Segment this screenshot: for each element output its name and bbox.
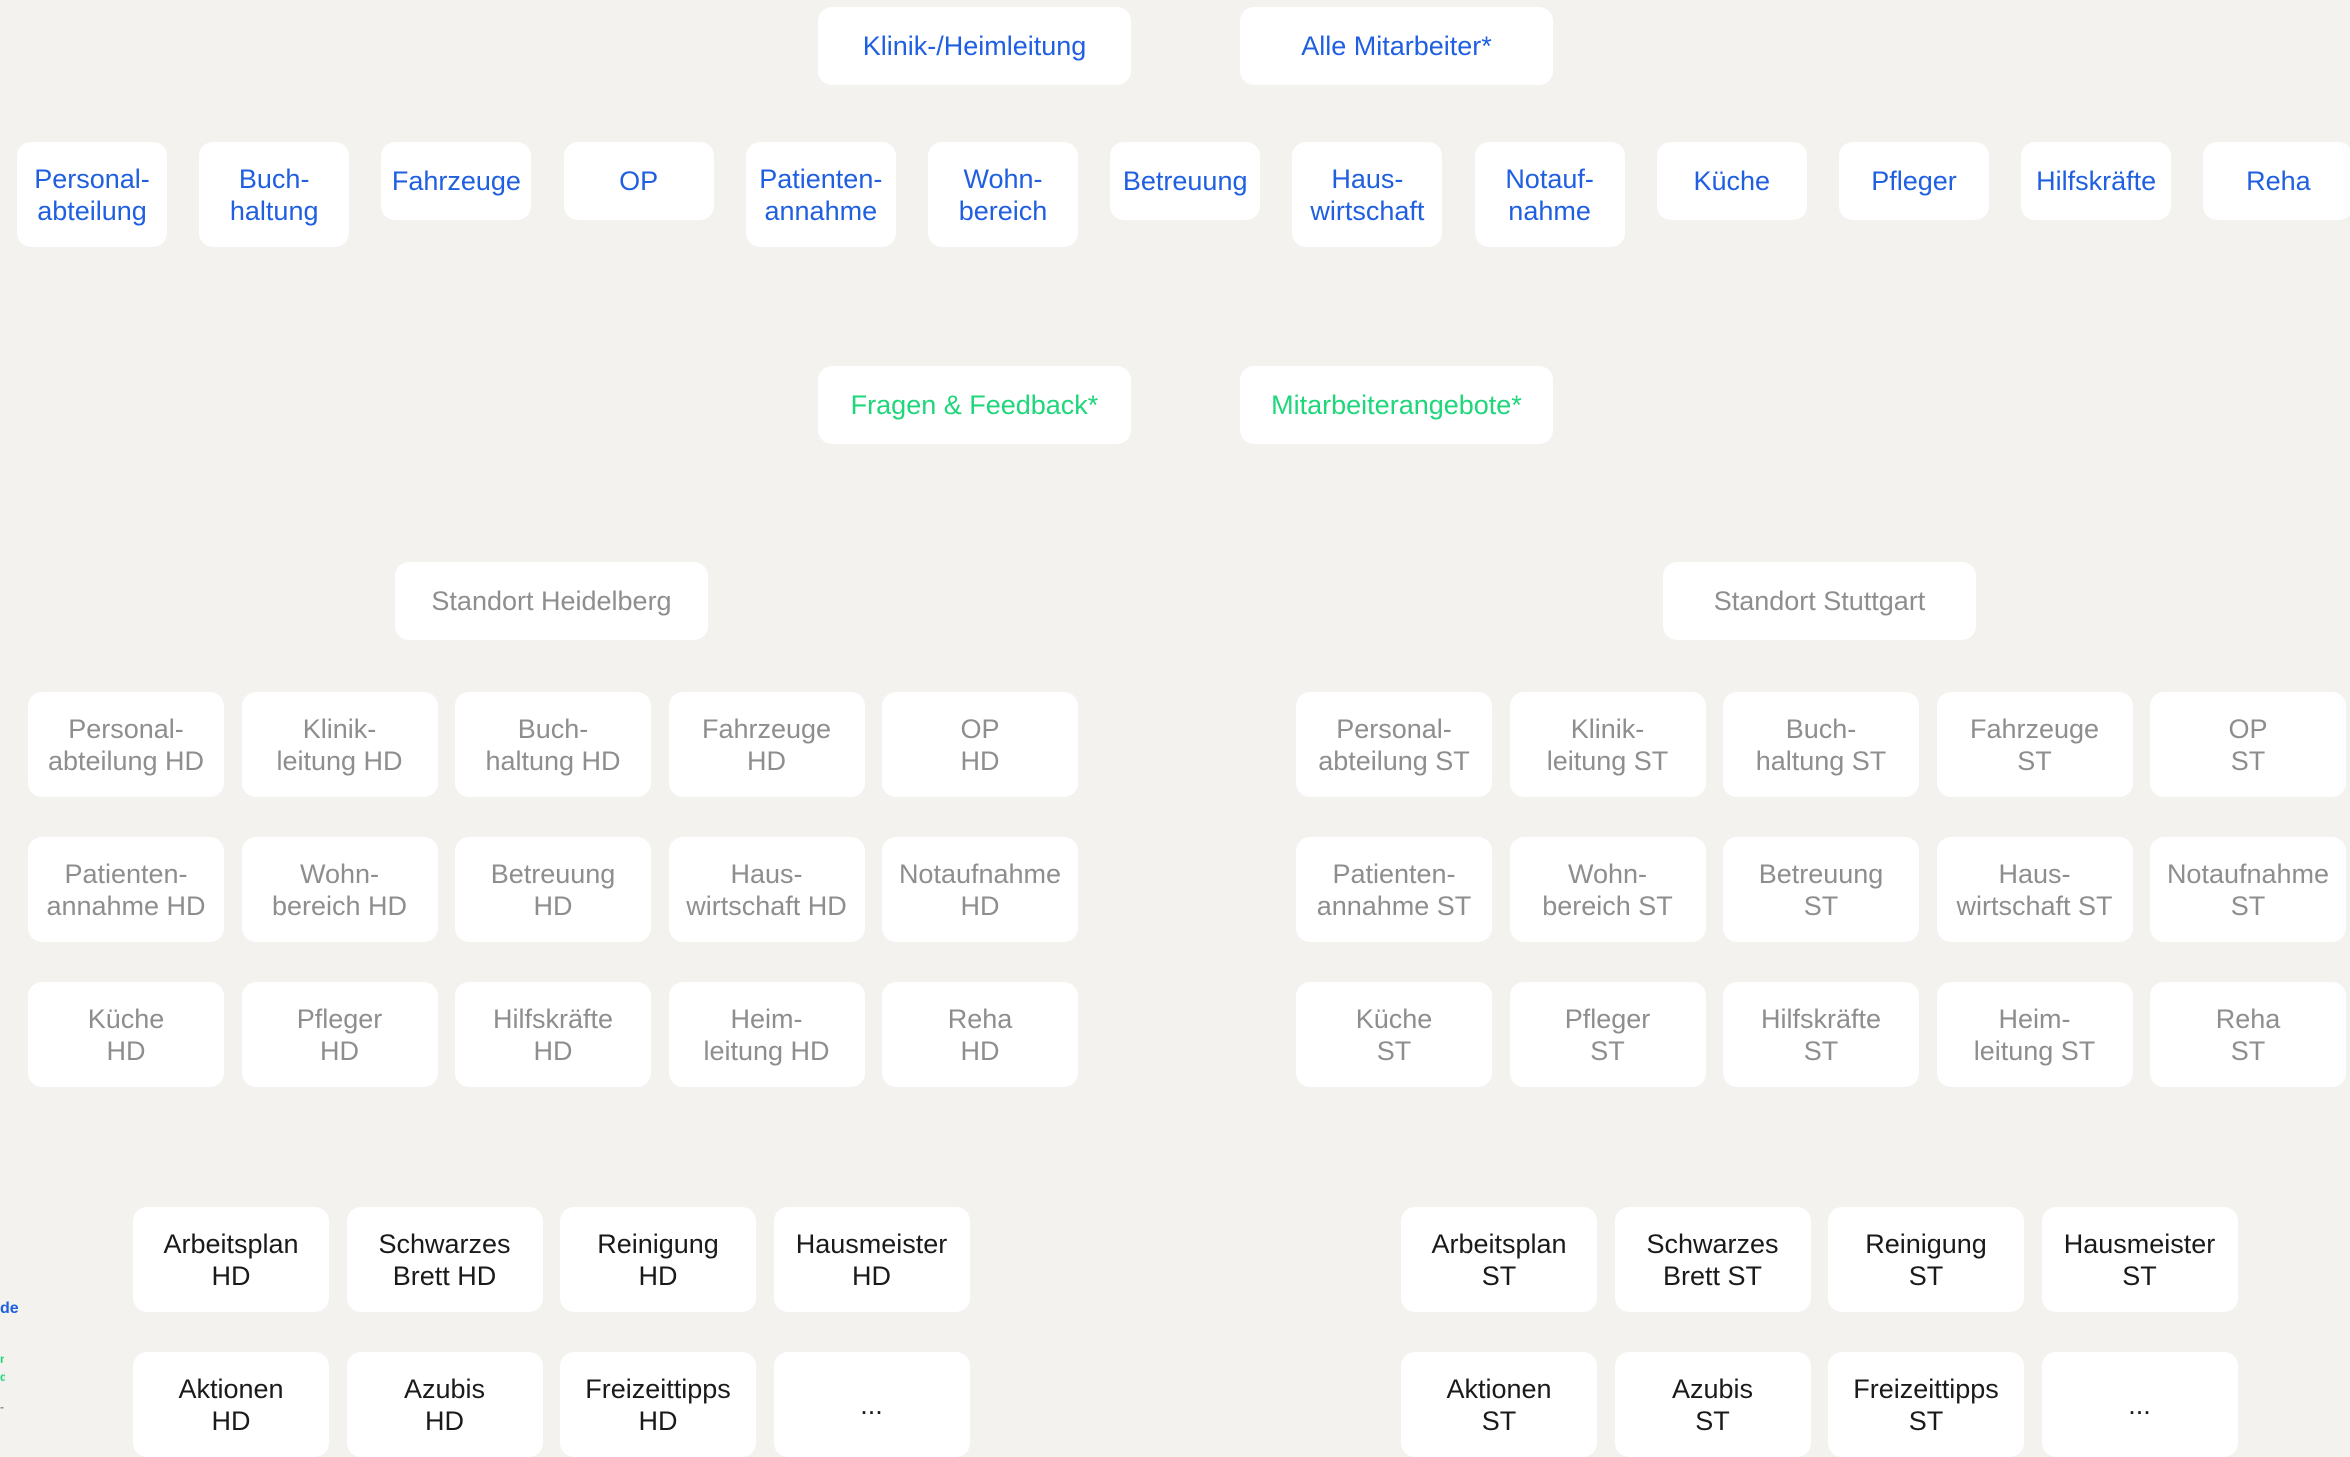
department-notauf-nahme[interactable]: Notauf- nahme xyxy=(1474,142,1625,247)
site-title-heidelberg[interactable]: Standort Heidelberg xyxy=(395,562,708,640)
stuttgart-channel-more[interactable]: ... xyxy=(2041,1352,2238,1457)
stuttgart-department-patienten-annahme-st[interactable]: Patienten- annahme ST xyxy=(1296,837,1492,942)
edge-fragment: n xyxy=(0,1352,4,1366)
site-title-stuttgart[interactable]: Standort Stuttgart xyxy=(1663,562,1976,640)
heidelberg-department-klinik-leitung-hd[interactable]: Klinik- leitung HD xyxy=(241,692,438,797)
heidelberg-channel-freizeittipps-hd[interactable]: Freizeittipps HD xyxy=(560,1352,756,1457)
stuttgart-channel-reinigung-st[interactable]: Reinigung ST xyxy=(1828,1207,2024,1312)
stuttgart-department-betreuung-st[interactable]: Betreuung ST xyxy=(1723,837,1919,942)
heidelberg-channel-azubis-hd[interactable]: Azubis HD xyxy=(346,1352,543,1457)
heidelberg-department-wohn-bereich-hd[interactable]: Wohn- bereich HD xyxy=(241,837,438,942)
heidelberg-department-haus-wirtschaft-hd[interactable]: Haus- wirtschaft HD xyxy=(668,837,865,942)
heidelberg-department-buch-haltung-hd[interactable]: Buch- haltung HD xyxy=(455,692,651,797)
stuttgart-department-fahrzeuge-st[interactable]: Fahrzeuge ST xyxy=(1936,692,2133,797)
department-hilfskraefte[interactable]: Hilfskräfte xyxy=(2021,142,2172,220)
edge-fragment: d xyxy=(0,1370,5,1384)
stuttgart-department-personal-abteilung-st[interactable]: Personal- abteilung ST xyxy=(1296,692,1492,797)
department-op[interactable]: OP xyxy=(563,142,714,220)
stuttgart-department-reha-st[interactable]: Reha ST xyxy=(2150,982,2346,1087)
department-kueche[interactable]: Küche xyxy=(1656,142,1807,220)
heidelberg-department-betreuung-hd[interactable]: Betreuung HD xyxy=(455,837,651,942)
edge-fragment: - xyxy=(0,1400,4,1414)
stuttgart-channel-hausmeister-st[interactable]: Hausmeister ST xyxy=(2041,1207,2238,1312)
stuttgart-department-pfleger-st[interactable]: Pfleger ST xyxy=(1509,982,1706,1087)
stuttgart-department-wohn-bereich-st[interactable]: Wohn- bereich ST xyxy=(1509,837,1706,942)
stuttgart-channel-freizeittipps-st[interactable]: Freizeittipps ST xyxy=(1828,1352,2024,1457)
stuttgart-department-buch-haltung-st[interactable]: Buch- haltung ST xyxy=(1723,692,1919,797)
department-reha[interactable]: Reha xyxy=(2203,142,2350,220)
node-alle-mitarbeiter[interactable]: Alle Mitarbeiter* xyxy=(1240,7,1553,85)
heidelberg-department-hilfskraefte-hd[interactable]: Hilfskräfte HD xyxy=(455,982,651,1087)
department-wohn-bereich[interactable]: Wohn- bereich xyxy=(928,142,1078,247)
heidelberg-department-op-hd[interactable]: OP HD xyxy=(882,692,1078,797)
department-fahrzeuge[interactable]: Fahrzeuge xyxy=(381,142,532,220)
stuttgart-department-op-st[interactable]: OP ST xyxy=(2150,692,2346,797)
heidelberg-channel-hausmeister-hd[interactable]: Hausmeister HD xyxy=(773,1207,970,1312)
stuttgart-channel-arbeitsplan-st[interactable]: Arbeitsplan ST xyxy=(1401,1207,1597,1312)
node-mitarbeiterangebote[interactable]: Mitarbeiterangebote* xyxy=(1240,366,1553,444)
node-klinik-heimleitung[interactable]: Klinik-/Heimleitung xyxy=(818,7,1131,85)
heidelberg-channel-arbeitsplan-hd[interactable]: Arbeitsplan HD xyxy=(133,1207,329,1312)
stuttgart-channel-schwarzes-brett-st[interactable]: Schwarzes Brett ST xyxy=(1614,1207,1811,1312)
heidelberg-department-reha-hd[interactable]: Reha HD xyxy=(882,982,1078,1087)
stuttgart-department-heim-leitung-st[interactable]: Heim- leitung ST xyxy=(1936,982,2133,1087)
stuttgart-department-kueche-st[interactable]: Küche ST xyxy=(1296,982,1492,1087)
heidelberg-department-patienten-annahme-hd[interactable]: Patienten- annahme HD xyxy=(28,837,224,942)
department-betreuung[interactable]: Betreuung xyxy=(1110,142,1261,220)
heidelberg-channel-more[interactable]: ... xyxy=(773,1352,970,1457)
heidelberg-channel-schwarzes-brett-hd[interactable]: Schwarzes Brett HD xyxy=(346,1207,543,1312)
stuttgart-department-hilfskraefte-st[interactable]: Hilfskräfte ST xyxy=(1723,982,1919,1087)
department-pfleger[interactable]: Pfleger xyxy=(1839,142,1989,220)
department-personal-abteilung[interactable]: Personal- abteilung xyxy=(17,142,167,247)
department-buch-haltung[interactable]: Buch- haltung xyxy=(199,142,350,247)
node-fragen-feedback[interactable]: Fragen & Feedback* xyxy=(818,366,1131,444)
edge-fragment: de xyxy=(0,1300,18,1317)
heidelberg-department-pfleger-hd[interactable]: Pfleger HD xyxy=(241,982,438,1087)
heidelberg-department-notaufnahme-hd[interactable]: Notaufnahme HD xyxy=(882,837,1078,942)
heidelberg-department-heim-leitung-hd[interactable]: Heim- leitung HD xyxy=(668,982,865,1087)
stuttgart-department-haus-wirtschaft-st[interactable]: Haus- wirtschaft ST xyxy=(1936,837,2133,942)
heidelberg-channel-aktionen-hd[interactable]: Aktionen HD xyxy=(133,1352,329,1457)
stuttgart-channel-aktionen-st[interactable]: Aktionen ST xyxy=(1401,1352,1597,1457)
heidelberg-channel-reinigung-hd[interactable]: Reinigung HD xyxy=(560,1207,756,1312)
stuttgart-department-klinik-leitung-st[interactable]: Klinik- leitung ST xyxy=(1509,692,1706,797)
department-patienten-annahme[interactable]: Patienten- annahme xyxy=(745,142,896,247)
department-haus-wirtschaft[interactable]: Haus- wirtschaft xyxy=(1292,142,1443,247)
heidelberg-department-fahrzeuge-hd[interactable]: Fahrzeuge HD xyxy=(668,692,865,797)
heidelberg-department-kueche-hd[interactable]: Küche HD xyxy=(28,982,224,1087)
stuttgart-channel-azubis-st[interactable]: Azubis ST xyxy=(1614,1352,1811,1457)
stuttgart-department-notaufnahme-st[interactable]: Notaufnahme ST xyxy=(2150,837,2346,942)
heidelberg-department-personal-abteilung-hd[interactable]: Personal- abteilung HD xyxy=(28,692,224,797)
